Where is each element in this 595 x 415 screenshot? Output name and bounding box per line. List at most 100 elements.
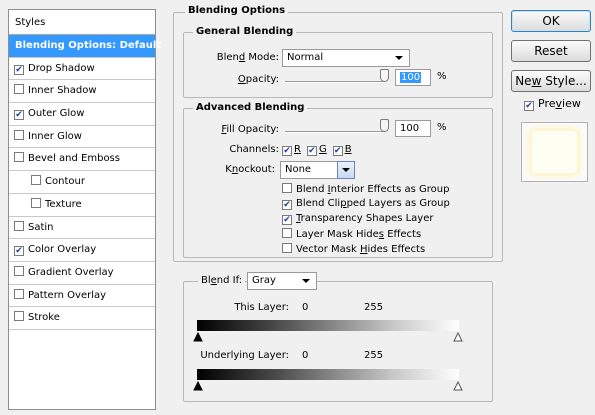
advanced-option-1[interactable]: ✔ Blend Clipped Layers as Group	[282, 198, 450, 210]
styles-panel: Styles Blending Options: Default ✔ Drop Sh…	[8, 9, 161, 410]
fill-opacity-unit: %	[437, 122, 447, 133]
this-layer-gradient[interactable]	[197, 320, 459, 331]
style-checkbox[interactable]	[14, 288, 24, 299]
knockout-select[interactable]: None	[280, 161, 355, 179]
fill-opacity-slider-thumb[interactable]	[380, 119, 389, 132]
opacity-slider-thumb[interactable]	[380, 69, 389, 82]
preview-checkbox[interactable]: ✔	[524, 101, 534, 111]
channels-label: Channels:	[229, 144, 279, 155]
channel-label: B	[344, 144, 352, 155]
style-item-color-overlay[interactable]: ✔ Color Overlay	[9, 239, 155, 262]
style-item-texture[interactable]: Texture	[9, 194, 155, 217]
preview-swatch	[532, 131, 577, 173]
channel-label: R	[294, 144, 301, 155]
style-checkbox[interactable]: ✔	[14, 246, 24, 257]
style-checkbox[interactable]	[14, 265, 24, 276]
ok-button[interactable]: OK	[511, 10, 591, 32]
style-checkbox[interactable]	[14, 220, 24, 231]
chevron-down-icon	[302, 279, 310, 283]
style-item-drop-shadow[interactable]: ✔ Drop Shadow	[9, 58, 155, 81]
style-item-stroke[interactable]: Stroke	[9, 307, 155, 330]
option-checkbox[interactable]	[282, 228, 292, 238]
opacity-input[interactable]: 100	[395, 69, 431, 86]
preview-label: Preview	[538, 97, 581, 110]
option-checkbox[interactable]: ✔	[282, 215, 292, 225]
style-item-inner-glow[interactable]: Inner Glow	[9, 126, 155, 149]
style-checkbox[interactable]	[14, 129, 24, 140]
style-checkbox[interactable]	[14, 311, 24, 322]
advanced-option-2[interactable]: ✔ Transparency Shapes Layer	[282, 213, 433, 225]
fill-opacity-label: Fill Opacity:	[221, 124, 279, 135]
knockout-value: None	[285, 164, 312, 175]
channel-checkbox[interactable]: ✔	[282, 146, 292, 156]
opacity-label: Opacity:	[237, 74, 279, 85]
style-item-pattern-overlay[interactable]: Pattern Overlay	[9, 285, 155, 308]
option-checkbox[interactable]	[282, 183, 292, 193]
blending-options-panel: Blending Options General Blending Blend …	[165, 0, 503, 415]
channel-b-toggle[interactable]: ✔ B	[332, 144, 352, 156]
style-item-label: Gradient Overlay	[28, 266, 114, 278]
general-blending-title: General Blending	[193, 26, 297, 37]
style-item-satin[interactable]: Satin	[9, 217, 155, 240]
new-style-button[interactable]: New Style...	[511, 70, 591, 92]
this-layer-black-slider[interactable]	[193, 332, 203, 342]
underlying-max-value: 255	[364, 350, 384, 361]
this-layer-max-value: 255	[364, 302, 384, 313]
this-layer-white-slider[interactable]	[453, 332, 463, 342]
style-item-label: Contour	[45, 176, 85, 188]
fill-opacity-slider-track[interactable]	[285, 131, 385, 133]
this-layer-label: This Layer:	[234, 302, 289, 313]
style-item-label: Outer Glow	[28, 108, 85, 120]
style-item-label: Stroke	[28, 312, 60, 324]
advanced-blending-title: Advanced Blending	[193, 102, 308, 113]
style-checkbox[interactable]	[14, 152, 24, 163]
style-checkbox[interactable]	[14, 84, 24, 95]
style-item-contour[interactable]: Contour	[9, 171, 155, 194]
style-item-label: Texture	[45, 198, 82, 210]
style-item-blending-options-default[interactable]: Blending Options: Default	[9, 35, 161, 58]
opacity-slider-track[interactable]	[285, 81, 385, 83]
style-item-label: Satin	[28, 221, 54, 233]
style-item-label: Inner Shadow	[28, 85, 97, 97]
style-item-inner-shadow[interactable]: Inner Shadow	[9, 80, 155, 104]
style-item-bevel-and-emboss[interactable]: Bevel and Emboss	[9, 148, 155, 172]
styles-list: Blending Options: Default ✔ Drop Shadow Inn…	[9, 35, 161, 330]
this-layer-min-value: 0	[302, 302, 309, 313]
blend-if-value: Gray	[252, 275, 276, 286]
style-item-label: Blending Options: Default	[15, 40, 162, 51]
advanced-option-0[interactable]: Blend Interior Effects as Group	[282, 183, 449, 195]
advanced-option-4[interactable]: Vector Mask Hides Effects	[282, 243, 425, 255]
channel-label: G	[318, 144, 327, 155]
channel-checkbox[interactable]: ✔	[332, 146, 343, 156]
style-checkbox[interactable]	[31, 175, 41, 186]
chevron-down-icon	[395, 56, 403, 60]
blend-if-select[interactable]: Gray	[247, 272, 317, 290]
preview-box	[521, 122, 588, 182]
style-item-label: Bevel and Emboss	[28, 153, 120, 165]
knockout-dropdown-button[interactable]	[337, 161, 355, 179]
style-item-gradient-overlay[interactable]: Gradient Overlay	[9, 262, 155, 285]
style-checkbox[interactable]: ✔	[14, 64, 24, 75]
blend-mode-select[interactable]: Normal	[282, 49, 410, 67]
channel-r-toggle[interactable]: ✔ R	[282, 144, 301, 156]
underlying-white-slider[interactable]	[453, 381, 463, 391]
underlying-black-slider[interactable]	[193, 381, 203, 391]
blend-if-label: Blend If:	[198, 275, 246, 286]
advanced-option-3[interactable]: Layer Mask Hides Effects	[282, 228, 421, 240]
preview-checkbox-row[interactable]: ✔ Preview	[524, 97, 581, 111]
blend-mode-value: Normal	[287, 52, 324, 63]
option-checkbox[interactable]: ✔	[282, 200, 292, 210]
channel-checkbox[interactable]: ✔	[306, 146, 317, 156]
option-checkbox[interactable]	[282, 243, 292, 253]
blending-options-title: Blending Options	[185, 5, 289, 16]
reset-button[interactable]: Reset	[511, 40, 591, 62]
style-item-outer-glow[interactable]: ✔ Outer Glow	[9, 103, 155, 126]
fill-opacity-input[interactable]: 100	[395, 120, 431, 137]
style-checkbox[interactable]: ✔	[14, 110, 24, 121]
style-checkbox[interactable]	[31, 197, 41, 208]
underlying-layer-gradient[interactable]	[197, 369, 459, 380]
style-item-label: Pattern Overlay	[28, 289, 107, 301]
style-item-label: Drop Shadow	[28, 62, 95, 74]
channel-g-toggle[interactable]: ✔ G	[306, 144, 327, 156]
blend-if-group	[183, 281, 493, 402]
